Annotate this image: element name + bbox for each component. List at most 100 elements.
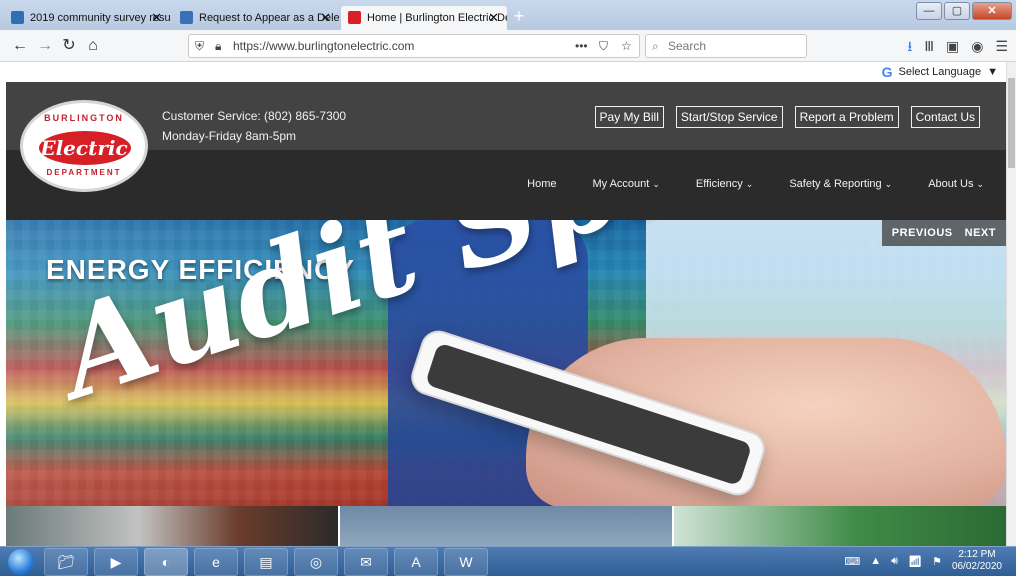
tab-community-survey[interactable]: 2019 community survey results ✕ [4,6,170,30]
feature-tiles [6,506,1006,546]
browser-tab-bar: 2019 community survey results ✕ Request … [0,0,1016,30]
page-actions-icon[interactable]: ••• [575,35,588,57]
maximize-button[interactable]: ▢ [944,2,970,20]
system-tray: ⌨ ▲ 🔊︎ 📶︎ ⚑ 2:12 PM 06/02/2020 [844,549,1002,573]
search-icon: ⌕ [652,39,659,53]
logo-bottom-text: DEPARTMENT [46,168,122,177]
close-tab-icon[interactable]: ✕ [320,6,331,30]
customer-service-info: Customer Service: (802) 865-7300 Monday-… [162,106,346,146]
flag-icon[interactable]: ⚑ [932,555,942,568]
tab-title: Home | Burlington Electric Dep [367,12,507,24]
chrome-icon[interactable]: ◎ [294,548,338,576]
feature-tile-building[interactable] [340,506,674,546]
acrobat-icon[interactable]: A [394,548,438,576]
document-icon [11,11,24,24]
tab-request-to-appear[interactable]: Request to Appear as a Delegat ✕ [173,6,339,30]
burlington-electric-icon [348,11,361,24]
burlington-electric-logo[interactable]: BURLINGTON Electric DEPARTMENT [20,100,148,192]
slider-controls: PREVIOUS NEXT [881,220,1006,246]
menu-item-home[interactable]: Home [527,176,556,192]
search-field[interactable]: ⌕ Search [645,34,807,58]
library-icon[interactable]: Ⅲ [924,34,934,58]
search-placeholder: Search [668,39,707,53]
chevron-down-icon: ⌄ [884,179,893,189]
minimize-button[interactable]: — [916,2,942,20]
toolbar-right-icons: ⭳ Ⅲ ▣ ◉ ☰ [907,34,1008,58]
lock-icon: 🔒︎ [215,39,222,53]
network-signal-icon[interactable]: 📶︎ [908,555,922,568]
clock[interactable]: 2:12 PM 06/02/2020 [952,549,1002,573]
bookmark-star-icon[interactable]: ☆ [621,35,632,57]
tray-up-arrow-icon[interactable]: ▲ [870,555,881,567]
menu-item-efficiency[interactable]: Efficiency ⌄ [696,176,753,192]
customer-service-phone: Customer Service: (802) 865-7300 [162,109,347,123]
reload-icon[interactable]: ↻ [57,34,81,58]
forward-icon[interactable]: → [33,34,57,58]
b-icon [180,11,193,24]
file-explorer-icon[interactable]: 📁︎ [44,548,88,576]
translate-label: Select Language [898,66,982,78]
logo-wordmark: Electric [40,136,128,160]
start-stop-service-button[interactable]: Start/Stop Service [675,106,783,128]
previous-slide-button[interactable]: PREVIOUS [892,227,953,239]
keyboard-icon[interactable]: ⌨ [844,555,860,568]
tab-title: 2019 community survey results [30,12,170,24]
logo-top-text: BURLINGTON [44,113,124,123]
menu-item-about-us[interactable]: About Us ⌄ [928,176,984,192]
back-icon[interactable]: ← [8,34,32,58]
menu-item-label: My Account [592,178,650,190]
menu-item-label: About Us [928,178,974,190]
internet-explorer-icon[interactable]: e [194,548,238,576]
header-action-buttons: Pay My Bill Start/Stop Service Report a … [594,106,980,128]
download-icon[interactable]: ⭳ [907,34,912,58]
feature-tile-people[interactable] [6,506,340,546]
home-icon[interactable]: ⌂ [81,34,105,58]
google-icon: G [881,64,893,80]
shield-icon: ⛨ [195,39,205,53]
file-manager-icon[interactable]: ▤ [244,548,288,576]
pocket-icon[interactable]: ⛉ [599,35,608,57]
contact-us-button[interactable]: Contact Us [910,106,980,128]
tab-burlington-electric[interactable]: Home | Burlington Electric Dep ✕ [341,6,507,30]
media-player-icon[interactable]: ▶ [94,548,138,576]
browser-toolbar: ← → ↻ ⌂ ⛨ 🔒︎ https://www.burlingtonelect… [0,30,1016,62]
account-icon[interactable]: ◉ [971,34,983,58]
windows-taskbar: 📁︎ ▶ ◐ e ▤ ◎ ✉ A W ⌨ ▲ 🔊︎ 📶︎ ⚑ 2:12 PM 0… [0,546,1016,576]
clock-time: 2:12 PM [958,549,996,560]
url-text: https://www.burlingtonelectric.com [233,39,415,53]
next-slide-button[interactable]: NEXT [965,227,996,239]
close-tab-icon[interactable]: ✕ [151,6,162,30]
menu-item-label: Safety & Reporting [789,178,882,190]
tab-title: Request to Appear as a Delegat [199,12,339,24]
taskbar-apps: 📁︎ ▶ ◐ e ▤ ◎ ✉ A W [44,548,488,576]
chevron-down-icon: ⌄ [976,179,984,189]
google-translate-widget[interactable]: G Select Language ▼ [882,64,998,80]
new-tab-button[interactable]: + [510,7,528,26]
clock-date: 06/02/2020 [951,561,1002,572]
feature-tile-outdoor[interactable] [674,506,1006,546]
chevron-down-icon: ⌄ [652,179,660,189]
firefox-icon[interactable]: ◐ [144,548,188,576]
menu-item-label: Efficiency [695,178,743,190]
close-window-button[interactable]: ✕ [972,2,1012,20]
page-scrollbar[interactable] [1006,62,1016,546]
address-bar[interactable]: ⛨ 🔒︎ https://www.burlingtonelectric.com … [188,34,640,58]
volume-icon[interactable]: 🔊︎ [891,555,898,568]
outlook-icon[interactable]: ✉ [344,548,388,576]
menu-item-my-account[interactable]: My Account ⌄ [592,176,659,192]
menu-item-safety-reporting[interactable]: Safety & Reporting ⌄ [789,176,892,192]
close-tab-icon[interactable]: ✕ [488,6,499,30]
start-button[interactable] [8,549,34,575]
sidebar-icon[interactable]: ▣ [946,34,959,58]
menu-icon[interactable]: ☰ [995,34,1008,58]
chevron-down-icon: ▼ [987,66,998,78]
pay-my-bill-button[interactable]: Pay My Bill [594,106,664,128]
scroll-thumb[interactable] [1008,78,1015,168]
window-controls: — ▢ ✕ [916,2,1012,20]
word-icon[interactable]: W [444,548,488,576]
web-content: G Select Language ▼ BURLINGTON Electric … [0,62,1006,546]
report-a-problem-button[interactable]: Report a Problem [794,106,899,128]
hero-slider[interactable]: ENERGY EFFICIENCY Audit Spree PREVIOUS N… [6,220,1006,506]
site-menu: Home My Account ⌄ Efficiency ⌄ Safety & … [527,176,984,192]
menu-item-label: Home [527,178,557,190]
